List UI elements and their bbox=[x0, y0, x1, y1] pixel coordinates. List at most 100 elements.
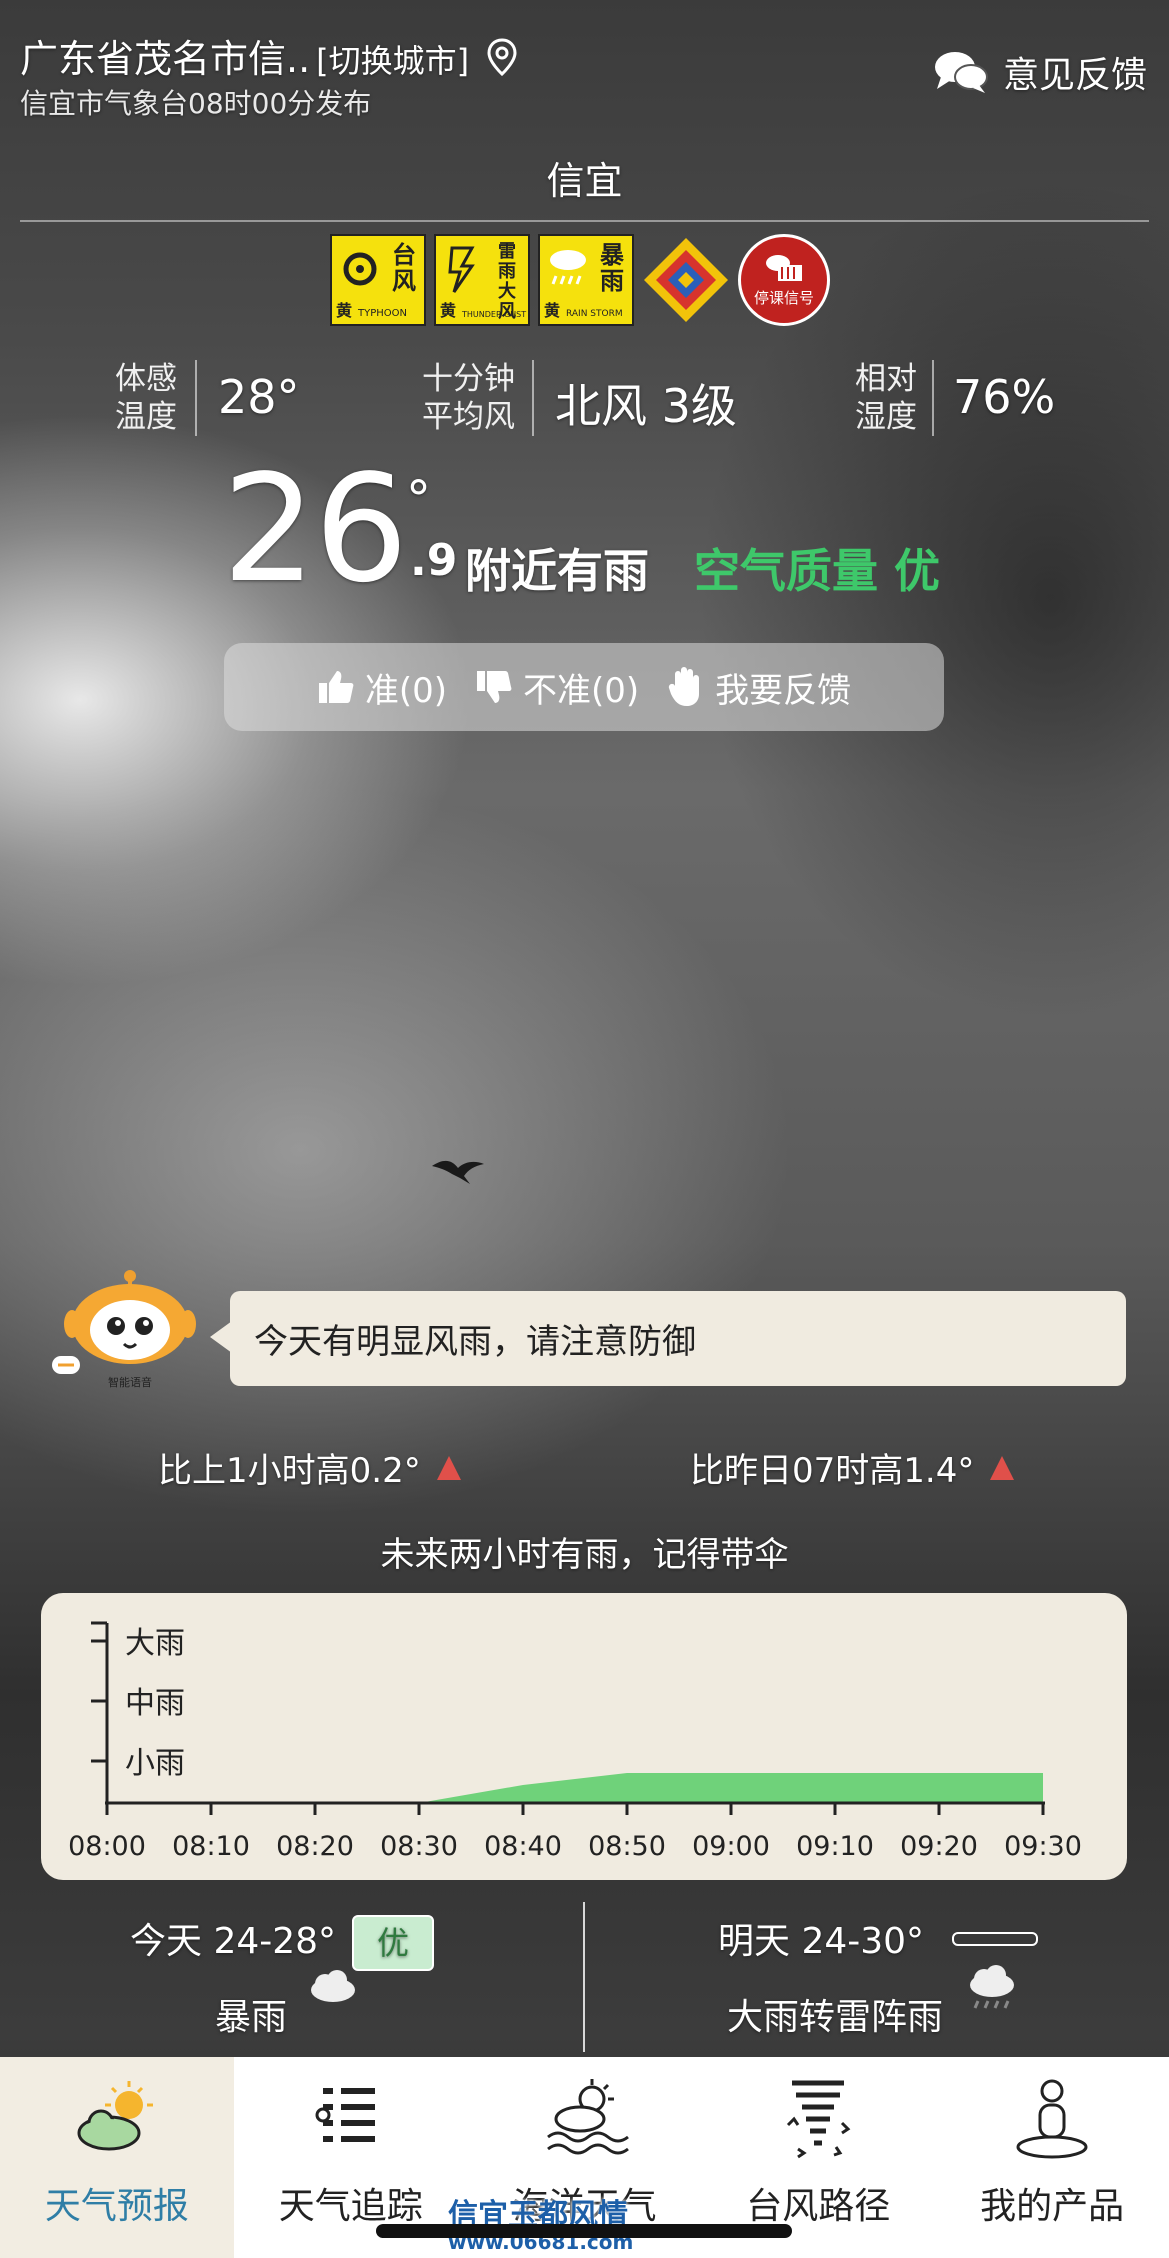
x-tick-label: 08:30 bbox=[380, 1831, 458, 1862]
home-indicator[interactable] bbox=[376, 2224, 792, 2238]
tab-label: 天气预报 bbox=[44, 2186, 189, 2227]
switch-city-link[interactable]: [切换城市] bbox=[316, 42, 469, 80]
wind-label-1: 十分钟 bbox=[422, 361, 515, 397]
tornado-icon bbox=[787, 2080, 851, 2159]
publish-info: 信宜市气象台08时00分发布 bbox=[20, 87, 372, 120]
today-forecast[interactable]: 今天 24-28° 优 bbox=[130, 1912, 435, 1971]
warning-en: THUNDER GUST bbox=[462, 310, 527, 319]
rain-forecast-chart: 小雨 中雨 大雨 08:00 08:10 08:20 08:30 08:40 08:50 09:0… bbox=[41, 1593, 1127, 1880]
x-tick-label: 09:30 bbox=[1004, 1831, 1082, 1862]
city-title: 信宜 bbox=[546, 159, 623, 203]
feedback-button[interactable]: 意见反馈 bbox=[933, 46, 1147, 98]
header-divider bbox=[20, 220, 1149, 222]
tab-my-products[interactable]: 我的产品 bbox=[935, 2057, 1169, 2258]
up-triangle-icon bbox=[436, 1455, 461, 1480]
forecast-vote-bar: 准(0) 不准(0) 我要反馈 bbox=[224, 643, 944, 731]
current-temperature: 26 bbox=[222, 443, 408, 615]
vote-feedback-label: 我要反馈 bbox=[715, 670, 852, 711]
stat-divider bbox=[932, 360, 934, 436]
tab-weather-forecast[interactable]: 天气预报 bbox=[0, 2057, 234, 2258]
warning-level: 黄 bbox=[336, 301, 353, 320]
warning-level: 黄 bbox=[440, 301, 457, 320]
location-pin-icon[interactable] bbox=[487, 38, 517, 85]
air-quality: 空气质量 优 bbox=[694, 544, 941, 598]
tomorrow-forecast[interactable]: 明天 24-30° bbox=[718, 1912, 924, 1964]
wind-value: 北风 3级 bbox=[555, 379, 737, 433]
class-suspension-signal[interactable]: 停课信号 bbox=[738, 234, 830, 326]
wind-label-2: 平均风 bbox=[422, 399, 515, 435]
compare-yesterday: 比昨日07时高1.4° bbox=[690, 1443, 1015, 1492]
up-triangle-icon bbox=[990, 1455, 1015, 1480]
compare-last-hour: 比上1小时高0.2° bbox=[158, 1443, 461, 1492]
rain-chart-svg: 小雨 中雨 大雨 08:00 08:10 08:20 08:30 08:40 08:50 09:0… bbox=[68, 1621, 1082, 1862]
feels-like-label-1: 体感 bbox=[115, 361, 177, 397]
feels-like-label-2: 温度 bbox=[115, 399, 177, 435]
assistant-badge: 智能语音 bbox=[108, 1375, 152, 1389]
humidity-label: 相对 湿度 bbox=[855, 360, 917, 436]
daily-divider bbox=[583, 1902, 585, 2052]
tomorrow-temp-range: 明天 24-30° bbox=[718, 1921, 925, 1962]
today-aqi-badge: 优 bbox=[352, 1915, 435, 1971]
temperature-decimal: .9 bbox=[410, 535, 458, 586]
warning-name: 台风 bbox=[392, 241, 416, 295]
thumbs-up-icon bbox=[318, 671, 354, 703]
rainstorm-icon bbox=[550, 250, 586, 285]
rain-area bbox=[107, 1773, 1043, 1803]
thumbs-down-icon bbox=[477, 671, 512, 703]
thunder-gust-warning[interactable]: 雷雨 大风 黄 THUNDER GUST bbox=[434, 234, 530, 326]
stat-divider bbox=[195, 360, 197, 436]
tomorrow-aqi-bar bbox=[952, 1932, 1038, 1946]
vote-feedback-button[interactable]: 我要反馈 bbox=[667, 663, 851, 712]
voice-assistant-robot-icon[interactable]: 智能语音 bbox=[48, 1268, 198, 1398]
tab-label: 天气追踪 bbox=[278, 2186, 423, 2227]
vote-accurate-label: 准(0) bbox=[364, 670, 447, 711]
typhoon-icon bbox=[343, 252, 377, 286]
x-tick-label: 09:00 bbox=[692, 1831, 770, 1862]
x-tick-label: 08:10 bbox=[172, 1831, 250, 1862]
y-tick-label: 大雨 bbox=[125, 1626, 185, 1661]
tab-label: 台风路径 bbox=[746, 2186, 891, 2227]
chat-bubbles-icon bbox=[934, 52, 988, 93]
watermark: 信宜玉都风情 www.06681.com bbox=[448, 2190, 633, 2254]
humidity-label-2: 湿度 bbox=[855, 399, 917, 435]
cloud-icon bbox=[311, 1970, 355, 2002]
y-tick-label: 中雨 bbox=[125, 1686, 185, 1721]
x-tick-label: 09:20 bbox=[900, 1831, 978, 1862]
tab-label: 我的产品 bbox=[980, 2186, 1125, 2227]
humidity-value: 76% bbox=[953, 370, 1056, 424]
sun-cloud-icon bbox=[77, 2081, 153, 2151]
compare-yesterday-text: 比昨日07时高1.4° bbox=[690, 1451, 975, 1491]
rainstorm-warning[interactable]: 暴雨 黄 RAIN STORM bbox=[538, 234, 634, 326]
warning-en: RAIN STORM bbox=[566, 309, 623, 319]
list-icon bbox=[315, 2088, 375, 2142]
location-selector[interactable]: 广东省茂名市信.. [切换城市] bbox=[20, 28, 517, 85]
wind-label: 十分钟 平均风 bbox=[422, 360, 515, 436]
vote-inaccurate-button[interactable]: 不准(0) bbox=[475, 663, 639, 712]
rain-tip: 未来两小时有雨，记得带伞 bbox=[380, 1535, 789, 1575]
warning-signals: 台风 黄 TYPHOON 雷雨 大风 黄 THUNDER GUST 暴雨 黄 RA… bbox=[330, 234, 830, 326]
degree-symbol: ° bbox=[406, 470, 431, 528]
today-weather-text: 暴雨 bbox=[215, 1997, 288, 2038]
current-condition: 附近有雨 bbox=[465, 544, 649, 598]
y-tick-label: 小雨 bbox=[125, 1746, 185, 1781]
today-temp-range: 今天 24-28° bbox=[130, 1921, 337, 1962]
warning-name: 暴雨 bbox=[600, 241, 624, 295]
assistant-message[interactable]: 今天有明显风雨，请注意防御 bbox=[210, 1291, 1126, 1386]
vote-accurate-button[interactable]: 准(0) bbox=[317, 663, 447, 712]
feels-like-label: 体感 温度 bbox=[115, 360, 177, 436]
class-suspension-icon bbox=[766, 254, 802, 281]
x-tick-label: 09:10 bbox=[796, 1831, 874, 1862]
rain-cloud-icon bbox=[970, 1965, 1014, 2009]
bird-silhouette bbox=[432, 1160, 484, 1184]
warning-level: 黄 bbox=[544, 301, 561, 320]
class-suspension-label: 停课信号 bbox=[753, 288, 814, 307]
today-weather: 暴雨 bbox=[215, 1988, 287, 2040]
feels-like-value: 28° bbox=[218, 370, 300, 424]
typhoon-warning[interactable]: 台风 黄 TYPHOON bbox=[330, 234, 426, 326]
location-name: 广东省茂名市信.. bbox=[20, 37, 311, 81]
raised-hand-icon bbox=[669, 667, 700, 706]
thunder-gust-icon bbox=[448, 246, 475, 293]
tomorrow-weather-text: 大雨转雷阵雨 bbox=[727, 1997, 944, 2038]
diamond-signal-icon[interactable] bbox=[642, 236, 730, 324]
assistant-message-text: 今天有明显风雨，请注意防御 bbox=[254, 1322, 696, 1362]
